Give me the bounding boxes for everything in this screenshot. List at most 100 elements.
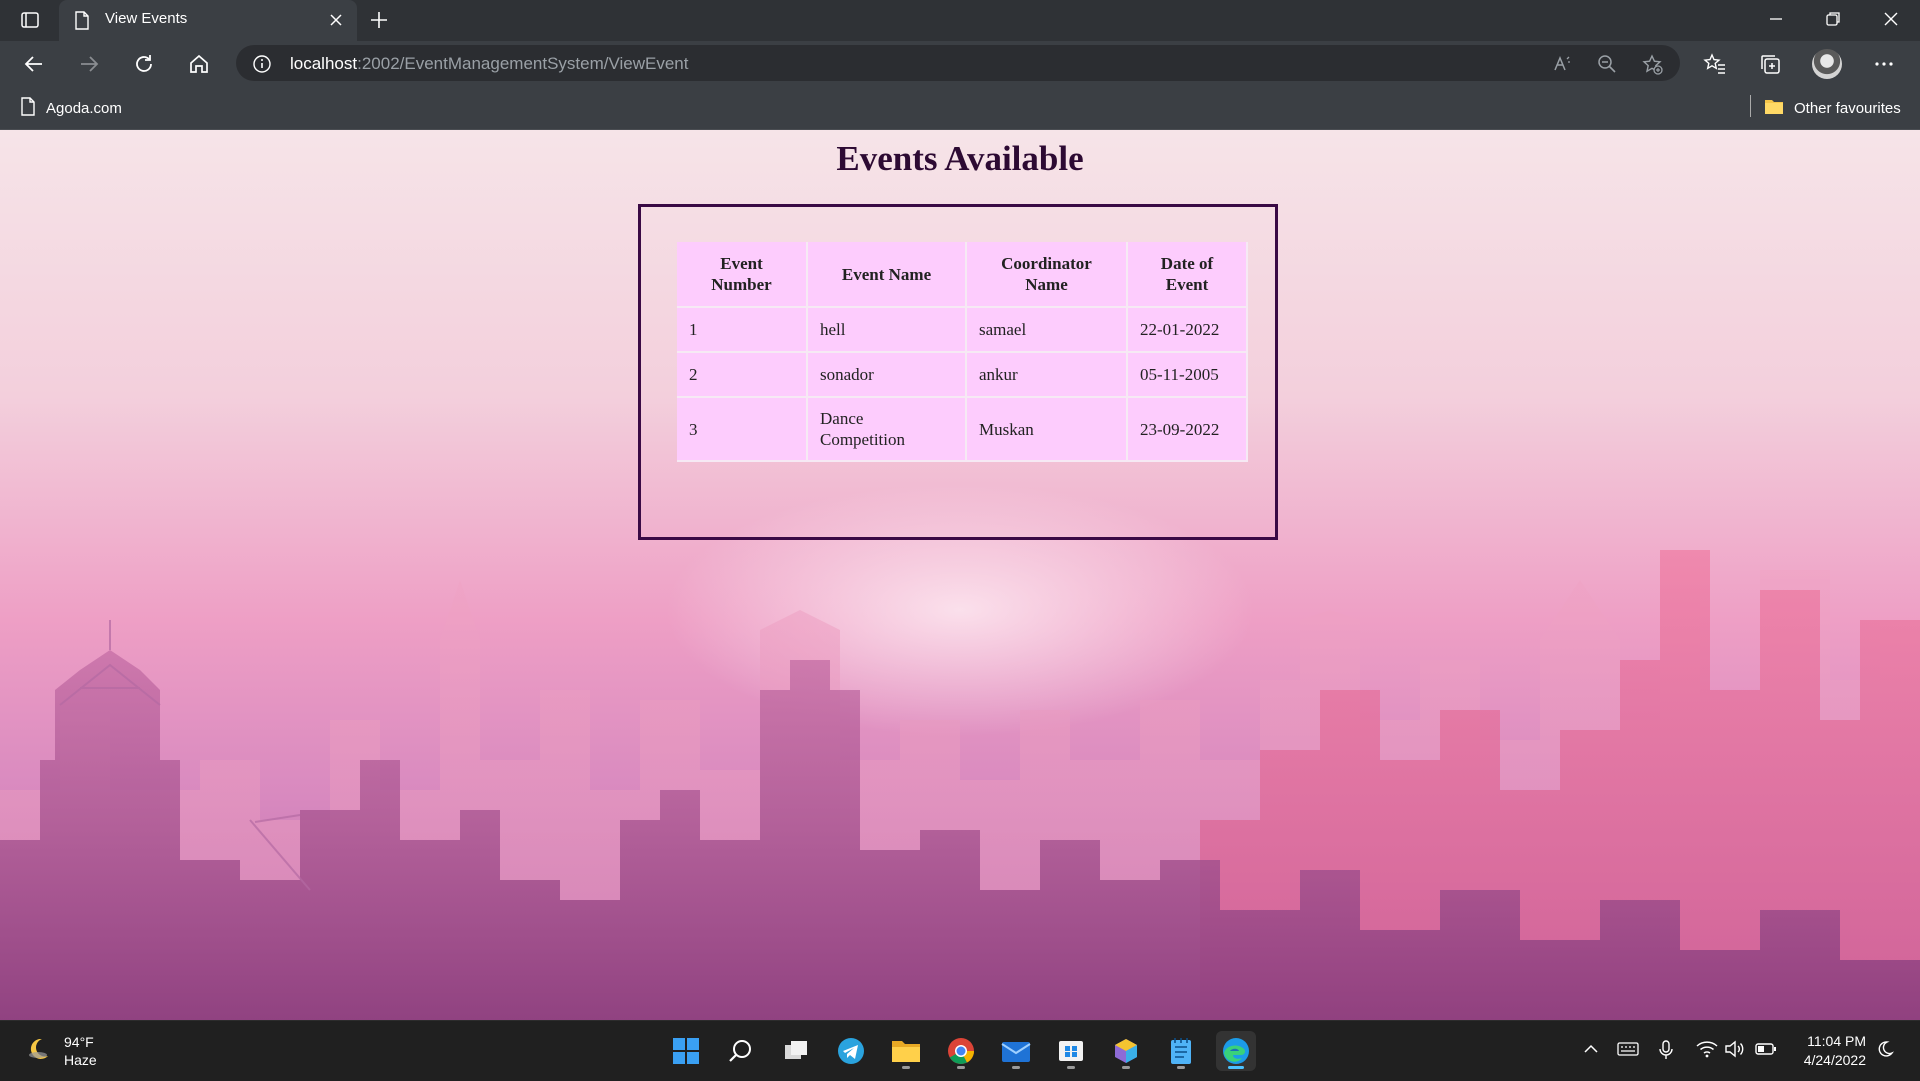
cell-date: 23-09-2022 <box>1128 398 1248 462</box>
events-table: Event Number Event Name Coordinator Name D… <box>677 242 1248 462</box>
system-clock[interactable]: 11:04 PM 4/24/2022 <box>1790 1032 1866 1070</box>
taskbar-chrome[interactable] <box>941 1031 981 1071</box>
zoom-out-icon[interactable] <box>1597 54 1617 79</box>
weather-widget[interactable]: 94°F Haze <box>24 1033 97 1069</box>
clock-date: 4/24/2022 <box>1803 1052 1866 1068</box>
running-indicator <box>1177 1066 1185 1069</box>
cell-coordinator: ankur <box>967 353 1128 398</box>
folder-icon <box>1764 97 1784 119</box>
profile-avatar[interactable] <box>1812 49 1842 79</box>
cell-event-name: sonador <box>808 353 967 398</box>
favourites-icon[interactable] <box>1703 52 1727 81</box>
restore-icon[interactable] <box>1823 9 1843 34</box>
page-icon <box>20 97 36 120</box>
new-tab-icon[interactable] <box>368 9 390 36</box>
running-indicator <box>957 1066 965 1069</box>
cell-event-number: 3 <box>677 398 808 462</box>
notepad-icon <box>1171 1038 1191 1064</box>
store-icon <box>1059 1041 1083 1061</box>
header-event-number: Event Number <box>677 242 808 308</box>
chevron-up-icon[interactable] <box>1582 1040 1600 1063</box>
table-row: 3 Dance Competition Muskan 23-09-2022 <box>677 398 1248 462</box>
volume-icon[interactable] <box>1724 1040 1744 1063</box>
table-header-row: Event Number Event Name Coordinator Name D… <box>677 242 1248 308</box>
close-window-icon[interactable] <box>1881 9 1901 34</box>
tab-view-events[interactable]: View Events <box>59 0 357 41</box>
mail-icon <box>1001 1042 1031 1062</box>
taskbar: 94°F Haze 11:04 PM 4/24/2022 <box>0 1020 1920 1081</box>
task-view-button[interactable] <box>776 1031 816 1071</box>
focus-assist-moon-icon[interactable] <box>1876 1040 1895 1063</box>
page-icon <box>74 11 90 35</box>
taskbar-telegram[interactable] <box>831 1031 871 1071</box>
collections-icon[interactable] <box>1758 52 1782 81</box>
forward-icon[interactable] <box>77 52 101 81</box>
taskbar-mail[interactable] <box>996 1031 1036 1071</box>
site-info-icon[interactable] <box>252 54 272 79</box>
page-title: Events Available <box>836 139 1084 178</box>
header-coordinator-name: Coordinator Name <box>967 242 1128 308</box>
wifi-icon[interactable] <box>1696 1040 1718 1063</box>
running-indicator <box>1012 1066 1020 1069</box>
tab-title: View Events <box>105 10 188 27</box>
running-indicator <box>1228 1066 1244 1069</box>
bookmark-other-favourites[interactable]: Other favourites <box>1764 97 1901 119</box>
running-indicator <box>902 1066 910 1069</box>
keyboard-icon[interactable] <box>1617 1040 1639 1063</box>
battery-icon[interactable] <box>1755 1040 1777 1063</box>
add-favourite-icon[interactable] <box>1642 54 1664 81</box>
running-indicator <box>1122 1066 1130 1069</box>
browser-toolbar: localhost:2002/EventManagementSystem/Vie… <box>0 41 1920 85</box>
table-row: 1 hell samael 22-01-2022 <box>677 308 1248 353</box>
table-row: 2 sonador ankur 05-11-2005 <box>677 353 1248 398</box>
task-view-icon <box>785 1041 807 1059</box>
cell-date: 05-11-2005 <box>1128 353 1248 398</box>
more-menu-icon[interactable] <box>1872 52 1896 81</box>
refresh-icon[interactable] <box>132 52 156 81</box>
cell-event-name: Dance Competition <box>808 398 967 462</box>
city-skyline-background <box>0 550 1920 1020</box>
bookmark-label: Agoda.com <box>46 100 122 117</box>
favourites-bar: Agoda.com Other favourites <box>0 85 1920 130</box>
start-button[interactable] <box>666 1031 706 1071</box>
minimize-icon[interactable] <box>1766 9 1786 34</box>
taskbar-app-cube[interactable] <box>1106 1031 1146 1071</box>
telegram-icon <box>838 1038 864 1064</box>
running-indicator <box>1067 1066 1075 1069</box>
cell-date: 22-01-2022 <box>1128 308 1248 353</box>
taskbar-notepad[interactable] <box>1161 1031 1201 1071</box>
tab-strip: View Events <box>0 0 1920 41</box>
bookmark-label: Other favourites <box>1794 99 1901 117</box>
bookmark-agoda[interactable]: Agoda.com <box>20 97 122 120</box>
address-bar[interactable]: localhost:2002/EventManagementSystem/Vie… <box>236 45 1680 81</box>
cell-coordinator: samael <box>967 308 1128 353</box>
header-event-name: Event Name <box>808 242 967 308</box>
weather-condition: Haze <box>64 1052 97 1068</box>
url-text[interactable]: localhost:2002/EventManagementSystem/Vie… <box>290 54 689 74</box>
taskbar-edge[interactable] <box>1216 1031 1256 1071</box>
microphone-icon[interactable] <box>1657 1040 1675 1065</box>
moon-icon <box>24 1035 52 1068</box>
windows-icon <box>673 1038 699 1064</box>
page-viewport: Events Available Event Number Event Name … <box>0 130 1920 1020</box>
clock-time: 11:04 PM <box>1807 1033 1866 1049</box>
cell-coordinator: Muskan <box>967 398 1128 462</box>
taskbar-store[interactable] <box>1051 1031 1091 1071</box>
tab-actions-icon[interactable] <box>20 10 40 35</box>
cell-event-name: hell <box>808 308 967 353</box>
cube-icon <box>1115 1039 1137 1063</box>
cell-event-number: 2 <box>677 353 808 398</box>
weather-temperature: 94°F <box>64 1034 94 1050</box>
read-aloud-icon[interactable] <box>1552 54 1572 79</box>
taskbar-file-explorer[interactable] <box>886 1031 926 1071</box>
edge-icon <box>1223 1038 1249 1064</box>
events-container: Event Number Event Name Coordinator Name D… <box>638 204 1278 540</box>
cell-event-number: 1 <box>677 308 808 353</box>
folder-icon <box>892 1041 920 1062</box>
home-icon[interactable] <box>187 52 211 81</box>
header-date-of-event: Date of Event <box>1128 242 1248 308</box>
close-tab-icon[interactable] <box>327 11 345 34</box>
taskbar-search[interactable] <box>721 1031 761 1071</box>
search-icon <box>729 1040 751 1062</box>
back-icon[interactable] <box>22 52 46 81</box>
